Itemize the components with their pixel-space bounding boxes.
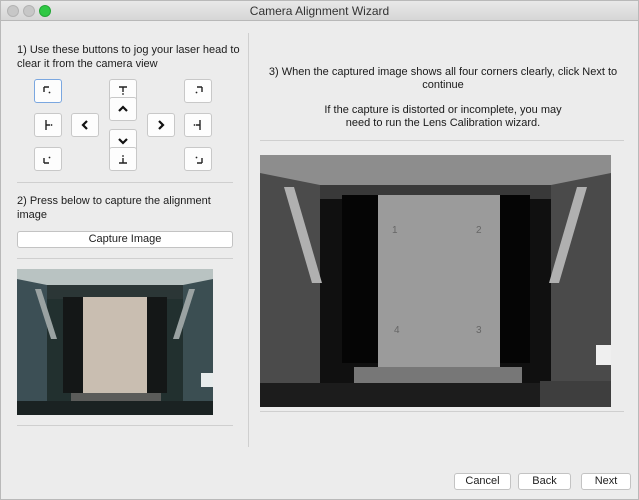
jog-top-left-button[interactable]: [34, 79, 62, 103]
jog-left-button[interactable]: [71, 113, 99, 137]
cancel-button[interactable]: Cancel: [454, 473, 511, 490]
capture-thumbnail: [17, 269, 213, 415]
next-button[interactable]: Next: [581, 473, 631, 490]
vertical-divider: [248, 33, 249, 447]
edge-bottom-icon: [119, 155, 127, 164]
jog-right-button[interactable]: [147, 113, 175, 137]
corner-bottom-right-icon: [195, 156, 203, 164]
chevron-down-icon: [118, 138, 128, 145]
jog-bottom-center-button[interactable]: [109, 147, 137, 171]
captured-image-preview: 1 2 3 4: [260, 155, 611, 407]
window-title: Camera Alignment Wizard: [249, 4, 390, 18]
step1-instructions: 1) Use these buttons to jog your laser h…: [17, 44, 240, 70]
preview-corner-label-2: 2: [476, 225, 482, 236]
jog-top-right-button[interactable]: [184, 79, 212, 103]
back-button[interactable]: Back: [518, 473, 571, 490]
wizard-window: Camera Alignment Wizard 1) Use these but…: [0, 0, 639, 500]
corner-top-right-icon: [195, 86, 203, 94]
jog-up-button[interactable]: [109, 97, 137, 121]
step3-instructions: 3) When the captured image shows all fou…: [268, 66, 618, 91]
preview-corner-label-4: 4: [394, 325, 400, 336]
edge-top-icon: [119, 86, 127, 95]
step2-instructions: 2) Press below to capture the alignment …: [17, 195, 211, 221]
left-divider-1: [17, 182, 233, 183]
jog-bottom-right-button[interactable]: [184, 147, 212, 171]
edge-right-icon: [193, 120, 201, 130]
step3-warning: If the capture is distorted or incomplet…: [324, 104, 562, 129]
jog-middle-right-button[interactable]: [184, 113, 212, 137]
thumbnail-scene: [17, 269, 213, 415]
right-divider-2: [260, 411, 624, 412]
chevron-left-icon: [81, 120, 88, 130]
preview-corner-label-3: 3: [476, 325, 482, 336]
title-bar: Camera Alignment Wizard: [1, 1, 638, 21]
preview-scene: 1 2 3 4: [260, 155, 611, 407]
corner-top-left-icon: [43, 86, 51, 94]
left-divider-2: [17, 258, 233, 259]
jog-middle-left-button[interactable]: [34, 113, 62, 137]
left-divider-3: [17, 425, 233, 426]
right-divider-1: [260, 140, 624, 141]
jog-bottom-left-button[interactable]: [34, 147, 62, 171]
preview-corner-label-1: 1: [392, 225, 398, 236]
chevron-right-icon: [158, 120, 165, 130]
edge-left-icon: [45, 120, 53, 130]
chevron-up-icon: [118, 105, 128, 112]
capture-image-button[interactable]: Capture Image: [17, 231, 233, 248]
corner-bottom-left-icon: [43, 156, 51, 164]
